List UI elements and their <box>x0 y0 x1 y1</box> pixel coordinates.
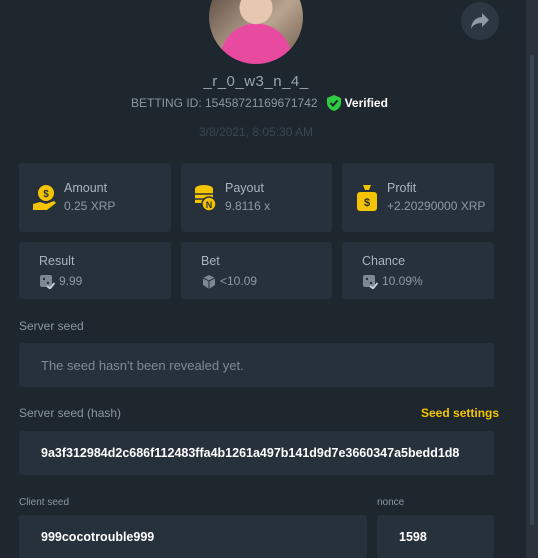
coin-hand-icon: $ <box>32 184 58 217</box>
amount-value: 0.25 XRP <box>64 199 116 213</box>
nonce-field[interactable]: 1598 <box>377 515 494 558</box>
client-seed-field[interactable]: 999cocotrouble999 <box>19 515 367 558</box>
svg-text:$: $ <box>43 189 49 200</box>
amount-label: Amount <box>64 181 108 195</box>
result-card: Result 9.99 <box>19 242 171 299</box>
nonce-label: nonce <box>377 497 405 508</box>
server-seed-field[interactable]: The seed hasn't been revealed yet. <box>19 343 494 387</box>
dice-icon <box>202 275 216 294</box>
betting-id: BETTING ID: 15458721169671742 <box>131 96 318 110</box>
share-button[interactable] <box>461 2 499 40</box>
bet-card: Bet <10.09 <box>181 242 332 299</box>
client-seed-label: Client seed <box>19 497 70 508</box>
dice-check-icon <box>363 274 379 294</box>
verified-badge: Verified <box>326 95 388 111</box>
server-seed-hash-label: Server seed (hash) <box>19 406 122 420</box>
username: _r_0_w3_n_4_ <box>203 73 309 90</box>
payout-label: Payout <box>225 181 264 195</box>
svg-text:$: $ <box>364 197 370 209</box>
chance-label: Chance <box>362 254 406 268</box>
avatar <box>209 0 303 64</box>
money-bag-icon: $ <box>356 184 378 217</box>
chance-card: Chance 10.09% <box>342 242 494 299</box>
share-icon <box>471 13 489 29</box>
bet-value: <10.09 <box>220 274 258 288</box>
result-value: 9.99 <box>59 274 83 288</box>
profit-card: $ Profit +2.20290000 XRP <box>342 163 494 232</box>
bet-label: Bet <box>201 254 220 268</box>
payout-value: 9.8116 x <box>225 199 271 213</box>
verified-label: Verified <box>344 96 388 110</box>
scrollbar[interactable] <box>526 0 538 558</box>
amount-card: $ Amount 0.25 XRP <box>19 163 171 232</box>
scrollbar-thumb[interactable] <box>530 55 534 525</box>
dice-check-icon <box>40 274 56 294</box>
server-seed-hash-field[interactable]: 9a3f312984d2c686f112483ffa4b1261a497b141… <box>19 431 494 475</box>
coin-stack-icon: N <box>194 184 218 217</box>
profit-value: +2.20290000 XRP <box>387 199 486 213</box>
chance-value: 10.09% <box>382 274 423 288</box>
shield-check-icon <box>326 95 341 111</box>
svg-text:N: N <box>206 200 213 210</box>
profit-label: Profit <box>387 181 417 195</box>
server-seed-label: Server seed <box>19 319 84 333</box>
payout-card: N Payout 9.8116 x <box>181 163 332 232</box>
betting-id-line: BETTING ID: 15458721169671742 Verified <box>131 95 388 111</box>
bet-timestamp: 3/8/2021, 8:05:30 AM <box>198 125 314 139</box>
result-label: Result <box>39 254 75 268</box>
seed-settings-link[interactable]: Seed settings <box>421 406 499 420</box>
